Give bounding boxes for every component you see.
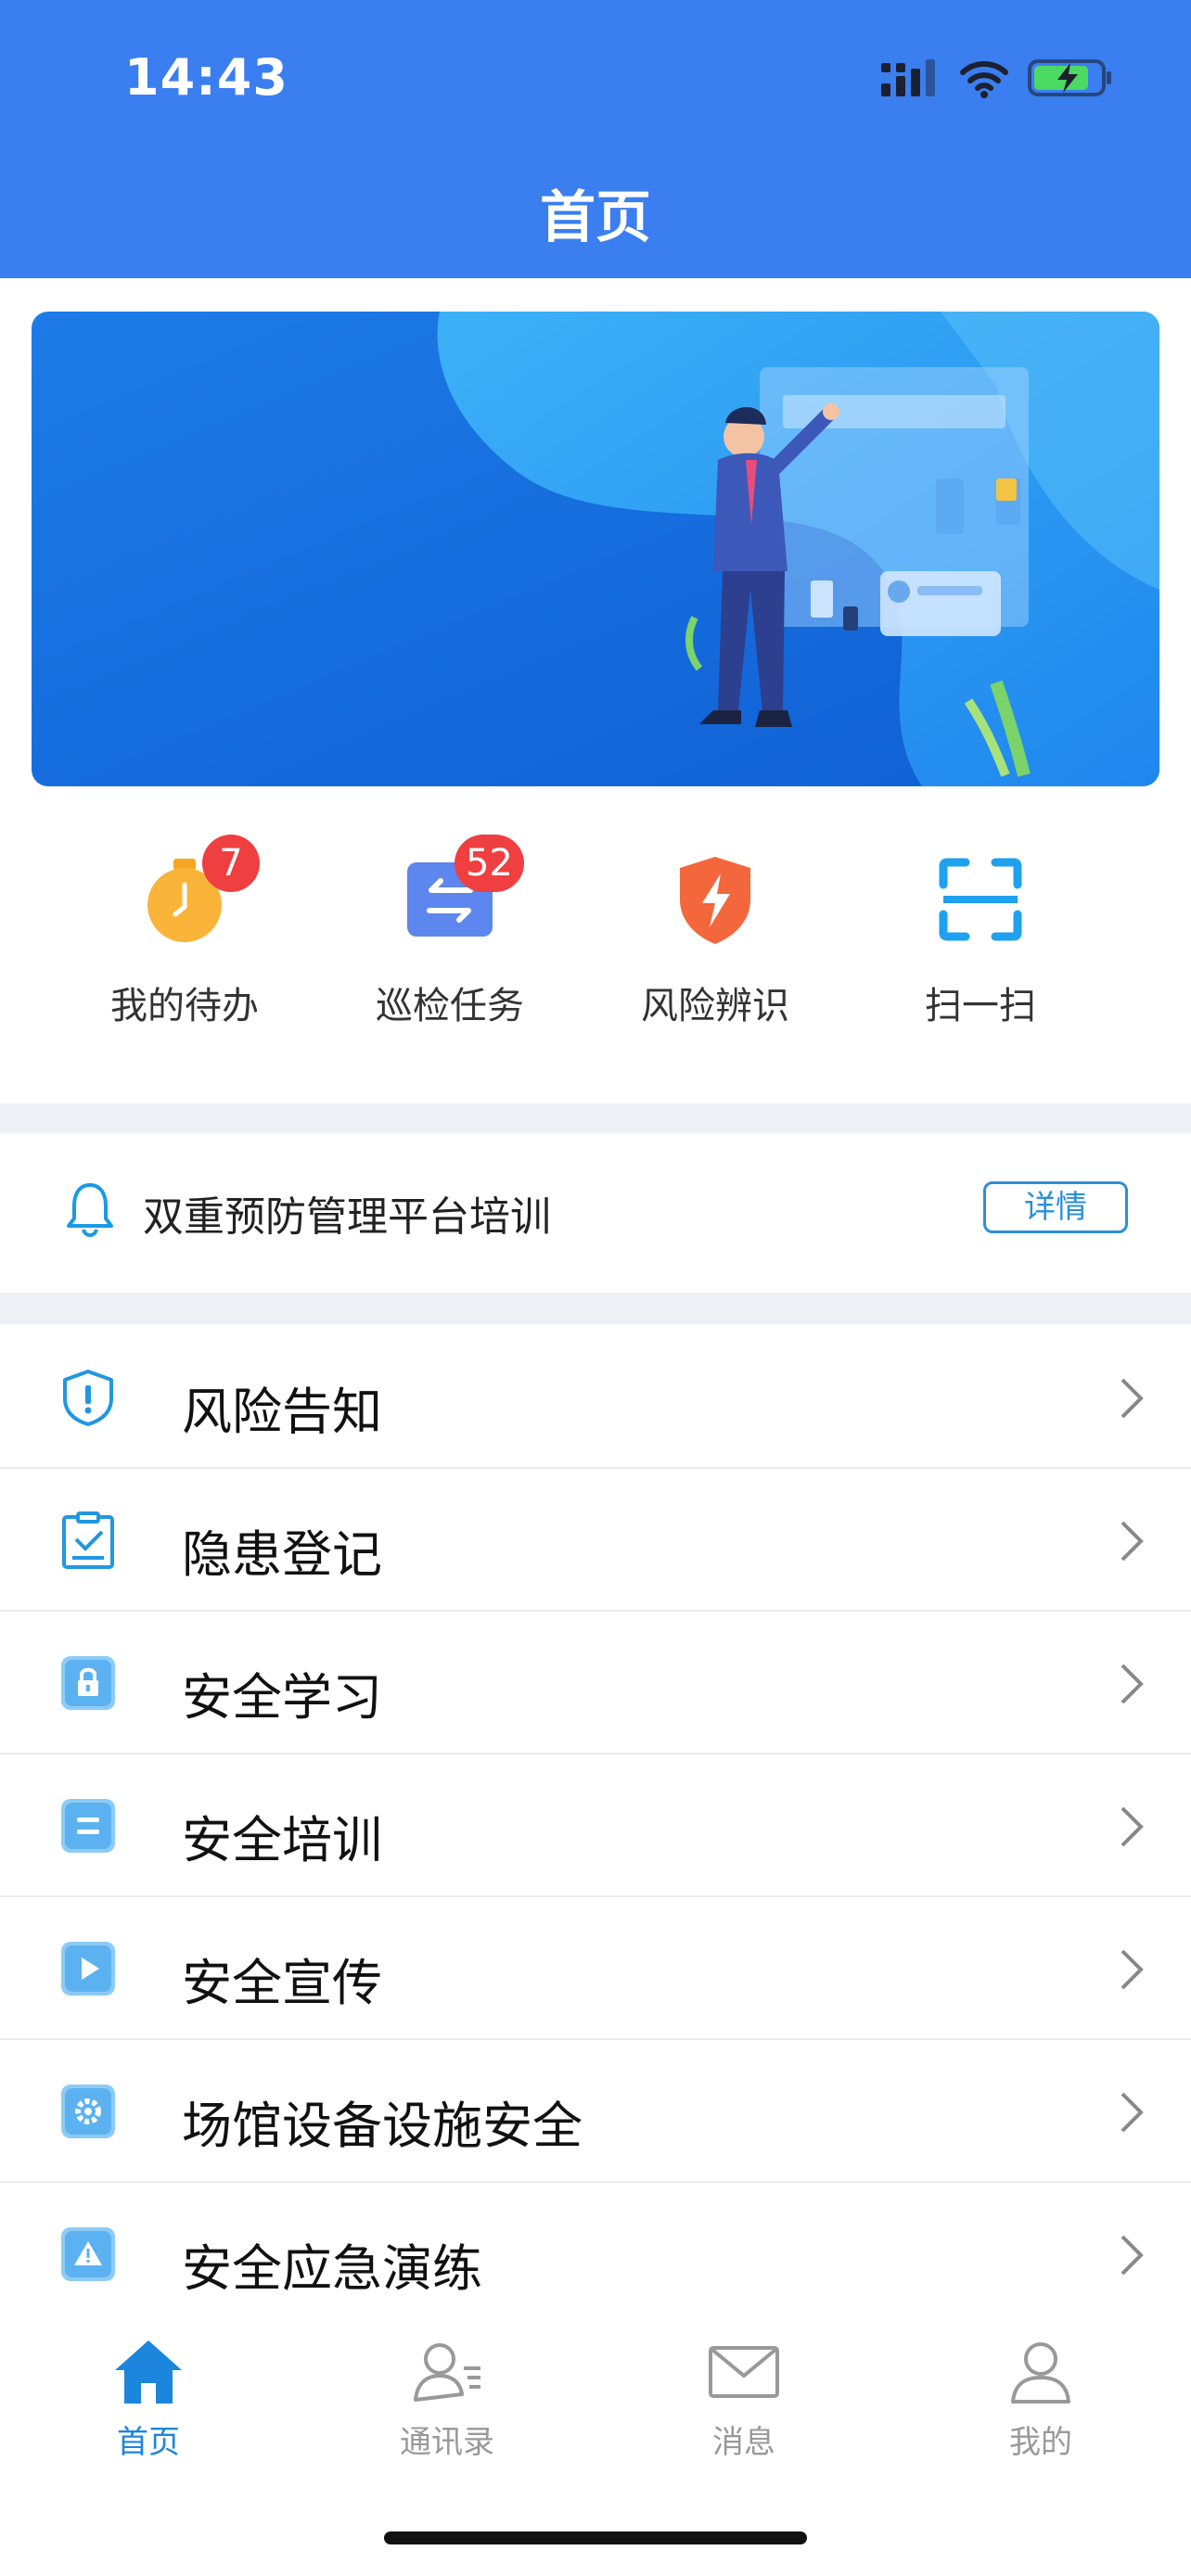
quick-action-inspection[interactable]: 52 巡检任务 bbox=[317, 835, 583, 1076]
status-icons bbox=[881, 57, 1113, 98]
list-item-label: 场馆设备设施安全 bbox=[182, 2097, 583, 2155]
tab-label: 我的 bbox=[1009, 2424, 1072, 2461]
warning-icon bbox=[61, 2227, 115, 2281]
quick-action-label: 扫一扫 bbox=[925, 985, 1036, 1027]
hero-banner[interactable] bbox=[32, 312, 1159, 786]
page-title: 首页 bbox=[540, 185, 651, 250]
list-item-risk-notice[interactable]: 风险告知 bbox=[0, 1326, 1191, 1469]
home-icon bbox=[115, 2340, 182, 2404]
wifi-icon bbox=[960, 61, 1008, 98]
person-icon bbox=[1011, 2342, 1070, 2404]
quick-action-todo[interactable]: 7 我的待办 bbox=[52, 835, 317, 1076]
list-item-safety-study[interactable]: 安全学习 bbox=[0, 1612, 1191, 1754]
list-item-safety-promotion[interactable]: 安全宣传 bbox=[0, 1897, 1191, 2040]
quick-action-label: 风险辨识 bbox=[641, 985, 789, 1027]
clipboard-check-icon bbox=[62, 1511, 114, 1569]
quick-action-scan[interactable]: 扫一扫 bbox=[848, 835, 1113, 1076]
scan-icon bbox=[939, 858, 1022, 941]
tab-home[interactable]: 首页 bbox=[56, 2337, 241, 2476]
list-item-label: 安全学习 bbox=[182, 1668, 382, 1727]
notice-detail-button[interactable]: 详情 bbox=[983, 1181, 1128, 1233]
shield-exclamation-icon bbox=[63, 1370, 113, 1426]
section-divider bbox=[0, 1293, 1191, 1324]
tab-contacts[interactable]: 通讯录 bbox=[354, 2337, 540, 2476]
list-item-label: 隐患登记 bbox=[182, 1525, 382, 1584]
list-item-label: 安全宣传 bbox=[182, 1954, 382, 2012]
list-icon bbox=[61, 1799, 115, 1853]
chevron-right-icon bbox=[1121, 2235, 1144, 2276]
app-header: 14:43 首页 bbox=[0, 0, 1191, 278]
chevron-right-icon bbox=[1121, 1521, 1144, 1562]
tab-profile[interactable]: 我的 bbox=[948, 2337, 1133, 2476]
mail-icon bbox=[709, 2346, 779, 2398]
tab-label: 消息 bbox=[712, 2424, 775, 2461]
list-item-hazard-register[interactable]: 隐患登记 bbox=[0, 1469, 1191, 1612]
play-icon bbox=[61, 1942, 115, 1996]
bell-icon bbox=[67, 1183, 113, 1237]
list-item-label: 安全应急演练 bbox=[182, 2239, 482, 2298]
status-time: 14:43 bbox=[124, 48, 288, 107]
list-item-safety-training[interactable]: 安全培训 bbox=[0, 1754, 1191, 1897]
chevron-right-icon bbox=[1121, 1378, 1144, 1419]
battery-icon bbox=[1028, 59, 1111, 96]
quick-action-label: 巡检任务 bbox=[376, 985, 524, 1027]
section-divider bbox=[0, 1103, 1191, 1135]
tab-label: 首页 bbox=[117, 2424, 180, 2461]
banner-illustration bbox=[32, 312, 1159, 786]
feature-list: 风险告知 隐患登记 安全学习 安全培训 安全宣传 场馆设备设施安全 安全应急演练 bbox=[0, 1326, 1191, 2326]
lightning-shield-icon bbox=[680, 857, 750, 944]
notice-bar[interactable]: 双重预防管理平台培训 详情 bbox=[0, 1133, 1191, 1293]
notice-text: 双重预防管理平台培训 bbox=[143, 1193, 551, 1241]
badge-todo-count: 7 bbox=[202, 835, 260, 892]
badge-inspection-count: 52 bbox=[455, 835, 524, 892]
quick-action-label: 我的待办 bbox=[110, 985, 259, 1027]
chevron-right-icon bbox=[1121, 1949, 1144, 1990]
list-item-venue-equipment-safety[interactable]: 场馆设备设施安全 bbox=[0, 2040, 1191, 2183]
cellular-signal-icon bbox=[881, 59, 935, 96]
quick-actions: 7 我的待办 52 巡检任务 风险辨识 扫一扫 bbox=[0, 835, 1191, 1076]
tab-messages[interactable]: 消息 bbox=[651, 2337, 837, 2476]
chevron-right-icon bbox=[1121, 2092, 1144, 2133]
quick-action-risk[interactable]: 风险辨识 bbox=[583, 835, 848, 1076]
list-item-label: 风险告知 bbox=[182, 1383, 382, 1441]
list-item-emergency-drill[interactable]: 安全应急演练 bbox=[0, 2183, 1191, 2326]
gear-icon bbox=[61, 2085, 115, 2138]
contacts-icon bbox=[414, 2343, 480, 2402]
lock-icon bbox=[61, 1656, 115, 1710]
home-indicator[interactable] bbox=[384, 2531, 807, 2544]
tab-label: 通讯录 bbox=[400, 2424, 494, 2461]
chevron-right-icon bbox=[1121, 1806, 1144, 1847]
list-item-label: 安全培训 bbox=[182, 1811, 382, 1869]
chevron-right-icon bbox=[1121, 1664, 1144, 1704]
